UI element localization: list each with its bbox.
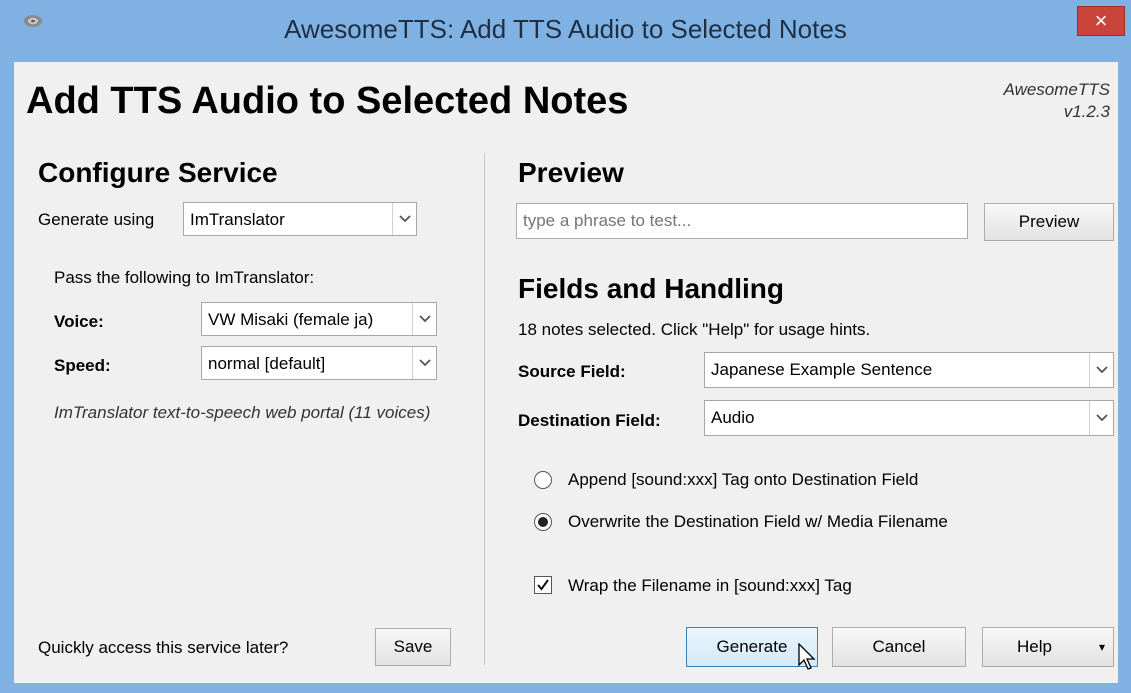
overwrite-field-radio[interactable] — [534, 513, 552, 531]
preview-button[interactable]: Preview — [984, 203, 1114, 241]
dialog-window: AwesomeTTS: Add TTS Audio to Selected No… — [0, 0, 1131, 693]
chevron-down-icon — [412, 303, 436, 335]
append-tag-label[interactable]: Append [sound:xxx] Tag onto Destination … — [568, 470, 918, 490]
fields-handling-title: Fields and Handling — [518, 273, 785, 304]
mouse-pointer-icon — [798, 643, 816, 670]
chevron-down-icon — [1089, 401, 1113, 435]
cancel-button[interactable]: Cancel — [832, 627, 966, 667]
speed-select-value: normal [default] — [208, 354, 326, 373]
pass-following-label: Pass the following to ImTranslator: — [54, 268, 315, 287]
voice-label: Voice: — [54, 312, 104, 331]
generate-using-label: Generate using — [38, 210, 155, 229]
configure-service-title: Configure Service — [38, 157, 278, 188]
checkmark-icon — [537, 579, 549, 591]
destination-field-label: Destination Field: — [518, 411, 661, 430]
speed-label: Speed: — [54, 356, 111, 375]
voice-select[interactable]: VW Misaki (female ja) — [201, 302, 437, 336]
notes-selected-info: 18 notes selected. Click "Help" for usag… — [518, 320, 871, 339]
column-divider — [484, 153, 485, 665]
preview-input-box[interactable] — [516, 203, 968, 239]
wrap-filename-label[interactable]: Wrap the Filename in [sound:xxx] Tag — [568, 576, 852, 596]
source-field-label: Source Field: — [518, 362, 626, 381]
append-tag-radio[interactable] — [534, 471, 552, 489]
voice-select-value: VW Misaki (female ja) — [208, 310, 374, 329]
preview-title: Preview — [518, 157, 624, 188]
help-menu-arrow-icon: ▾ — [1098, 640, 1105, 654]
quick-access-label: Quickly access this service later? — [38, 638, 289, 657]
version-label: AwesomeTTS v1.2.3 — [990, 79, 1110, 123]
chevron-down-icon — [1089, 353, 1113, 387]
save-button[interactable]: Save — [375, 628, 451, 666]
preview-phrase-input[interactable] — [517, 204, 967, 238]
source-field-value: Japanese Example Sentence — [711, 360, 933, 379]
help-button[interactable]: Help ▾ — [982, 627, 1114, 667]
service-description: ImTranslator text-to-speech web portal (… — [54, 403, 431, 422]
wrap-filename-checkbox[interactable] — [534, 576, 552, 594]
chevron-down-icon — [412, 347, 436, 379]
destination-field-value: Audio — [711, 408, 755, 427]
source-field-select[interactable]: Japanese Example Sentence — [704, 352, 1114, 388]
overwrite-field-label[interactable]: Overwrite the Destination Field w/ Media… — [568, 512, 948, 532]
help-button-label: Help — [1017, 637, 1052, 656]
version-app-name: AwesomeTTS — [1003, 80, 1110, 99]
close-icon: × — [1094, 8, 1108, 33]
chevron-down-icon — [392, 203, 416, 235]
radio-selected-dot — [538, 517, 548, 527]
destination-field-select[interactable]: Audio — [704, 400, 1114, 436]
close-button[interactable]: × — [1077, 6, 1125, 36]
title-bar[interactable]: AwesomeTTS: Add TTS Audio to Selected No… — [0, 0, 1131, 62]
version-number: v1.2.3 — [1063, 102, 1110, 121]
window-title: AwesomeTTS: Add TTS Audio to Selected No… — [284, 14, 847, 44]
service-select-value: ImTranslator — [190, 210, 285, 229]
dialog-heading: Add TTS Audio to Selected Notes — [26, 80, 629, 122]
speed-select[interactable]: normal [default] — [201, 346, 437, 380]
service-select[interactable]: ImTranslator — [183, 202, 417, 236]
